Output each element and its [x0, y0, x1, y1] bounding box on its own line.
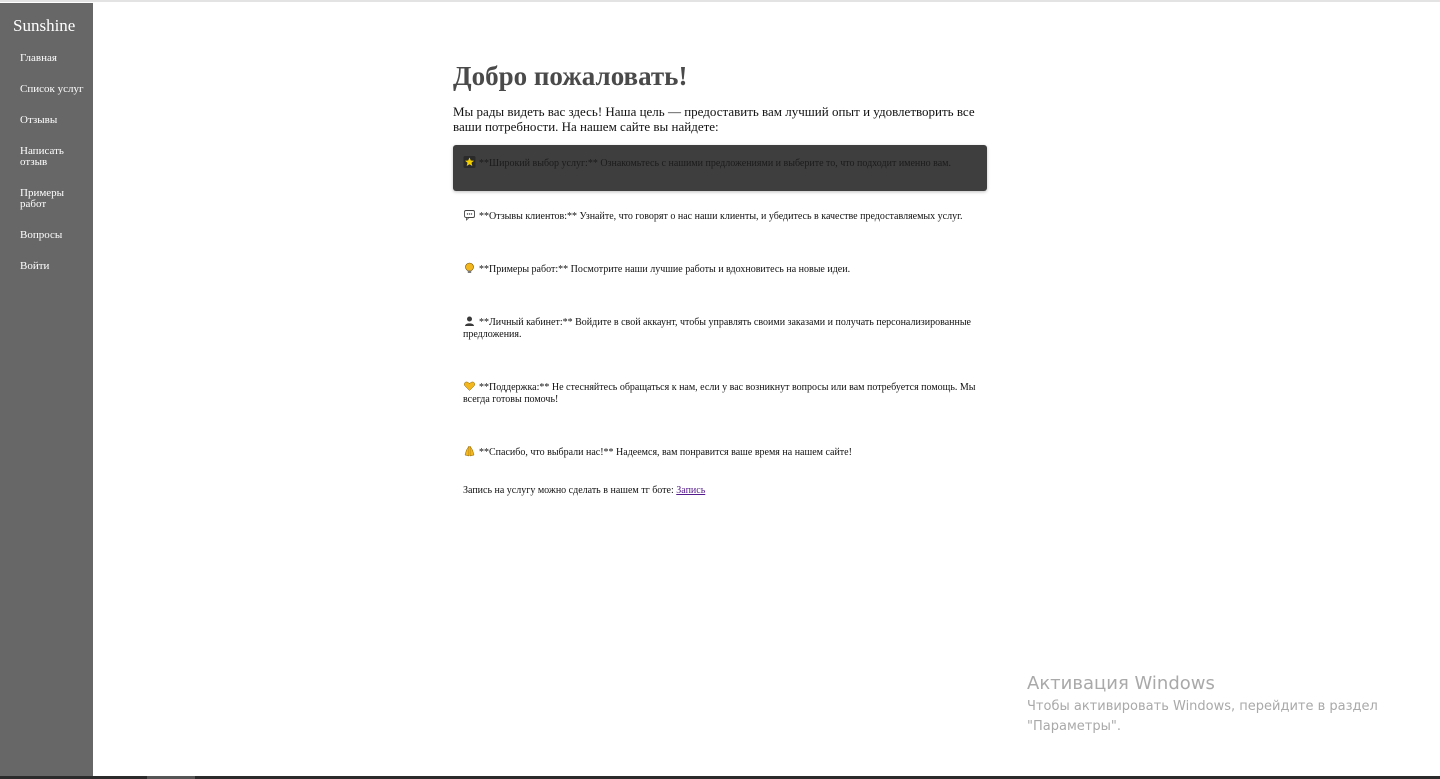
watermark-subtitle: Чтобы активировать Windows, перейдите в … [1027, 699, 1378, 734]
feature-item-reviews[interactable]: **Отзывы клиентов:** Узнайте, что говоря… [453, 198, 987, 234]
sidebar-nav: Главная Список услуг Отзывы Написать отз… [20, 53, 86, 292]
feature-text: **Примеры работ:** Посмотрите наши лучши… [479, 264, 851, 275]
sidebar: Sunshine Главная Список услуг Отзывы Нап… [0, 3, 93, 776]
booking-text: Запись на услугу можно сделать в нашем т… [463, 485, 674, 496]
feature-item-services[interactable]: **Широкий выбор услуг:** Ознакомьтесь с … [453, 145, 987, 191]
nav-item-login[interactable]: Войти [20, 261, 86, 272]
windows-activation-watermark: Активация Windows Чтобы активировать Win… [1027, 673, 1397, 737]
page-title: Добро пожаловать! [453, 61, 688, 91]
feature-item-portfolio[interactable]: **Примеры работ:** Посмотрите наши лучши… [453, 251, 987, 287]
nav-item-write-review[interactable]: Написать отзыв [20, 146, 86, 168]
feature-item-support[interactable]: **Поддержка:** Не стесняйтесь обращаться… [453, 369, 987, 417]
top-border [0, 0, 1440, 2]
main-content: Добро пожаловать! Мы рады видеть вас зде… [453, 60, 987, 497]
feature-text: **Личный кабинет:** Войдите в свой аккау… [463, 317, 971, 340]
brand-logo[interactable]: Sunshine [13, 16, 75, 36]
heart-icon [464, 381, 475, 391]
feature-text: **Широкий выбор услуг:** Ознакомьтесь с … [479, 158, 951, 169]
intro-text: Мы рады видеть вас здесь! Наша цель — пр… [453, 104, 975, 134]
watermark-title: Активация Windows [1027, 673, 1215, 694]
nav-item-reviews[interactable]: Отзывы [20, 115, 86, 126]
feature-text: **Поддержка:** Не стесняйтесь обращаться… [463, 382, 976, 405]
nav-item-services[interactable]: Список услуг [20, 84, 86, 95]
feature-text: **Спасибо, что выбрали нас!** Надеемся, … [479, 447, 852, 458]
booking-line: Запись на услугу можно сделать в нашем т… [453, 485, 987, 497]
praying-hands-icon [464, 445, 475, 457]
feature-item-thanks[interactable]: **Спасибо, что выбрали нас!** Надеемся, … [453, 434, 987, 470]
nav-item-home[interactable]: Главная [20, 53, 86, 64]
speech-bubble-icon [464, 210, 475, 221]
star-icon [463, 156, 476, 168]
feature-item-account[interactable]: **Личный кабинет:** Войдите в свой аккау… [453, 304, 987, 352]
feature-text: **Отзывы клиентов:** Узнайте, что говоря… [479, 211, 963, 222]
nav-item-portfolio[interactable]: Примеры работ [20, 188, 86, 210]
booking-link[interactable]: Запись [676, 485, 705, 496]
user-silhouette-icon [465, 316, 474, 326]
nav-item-faq[interactable]: Вопросы [20, 230, 86, 241]
lightbulb-icon [465, 262, 474, 273]
